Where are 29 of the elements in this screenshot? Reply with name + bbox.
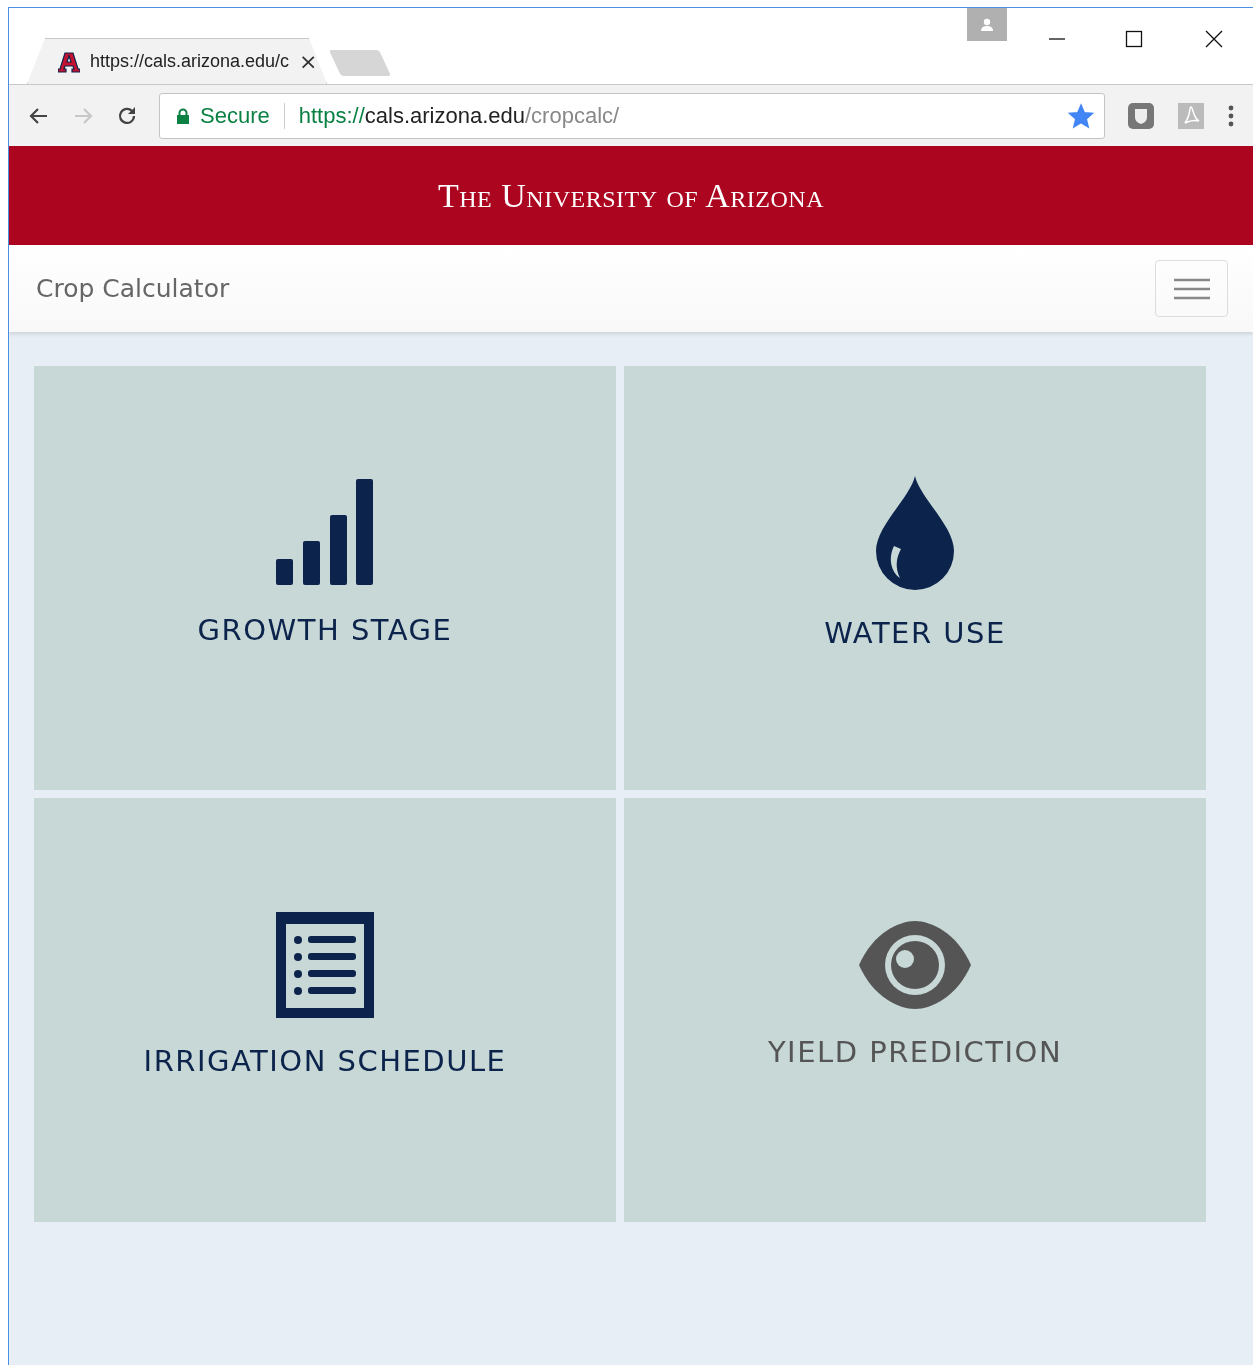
tile-label: GROWTH STAGE <box>197 613 453 647</box>
shield-extension-icon[interactable] <box>1127 101 1155 130</box>
profile-button[interactable] <box>967 8 1007 41</box>
secure-label: Secure <box>200 102 270 129</box>
close-tab-icon[interactable]: × <box>299 49 318 74</box>
eye-icon <box>859 921 971 1009</box>
tile-card[interactable]: WATER USE <box>624 366 1206 790</box>
browser-tab[interactable]: https://cals.arizona.edu/c × <box>27 38 327 84</box>
tile-label: IRRIGATION SCHEDULE <box>143 1044 507 1078</box>
tile-label: YIELD PREDICTION <box>767 1035 1063 1069</box>
hamburger-icon <box>1173 276 1210 301</box>
letter-a-icon <box>58 50 80 73</box>
menu-button[interactable] <box>1155 260 1228 317</box>
url-text: https://cals.arizona.edu/cropcalc/ <box>298 102 621 129</box>
site-title[interactable]: Crop Calculator <box>36 274 230 303</box>
signal-bars-icon <box>276 479 374 587</box>
tile-card[interactable]: IRRIGATION SCHEDULE <box>34 798 616 1222</box>
tab-title: https://cals.arizona.edu/c <box>90 51 290 72</box>
close-icon[interactable] <box>1205 30 1223 48</box>
tile-label: WATER USE <box>824 616 1006 650</box>
maximize-icon[interactable] <box>1125 30 1143 48</box>
person-icon <box>980 17 994 32</box>
address-bar[interactable]: Secure https://cals.arizona.edu/cropcalc/ <box>159 92 1105 139</box>
university-wordmark[interactable]: The University of Arizona <box>438 176 824 215</box>
bookmark-star-icon[interactable] <box>1068 102 1094 129</box>
water-drop-icon <box>876 476 954 590</box>
tile-card[interactable]: GROWTH STAGE <box>34 366 616 790</box>
lock-icon <box>176 107 190 124</box>
list-icon <box>276 912 374 1018</box>
